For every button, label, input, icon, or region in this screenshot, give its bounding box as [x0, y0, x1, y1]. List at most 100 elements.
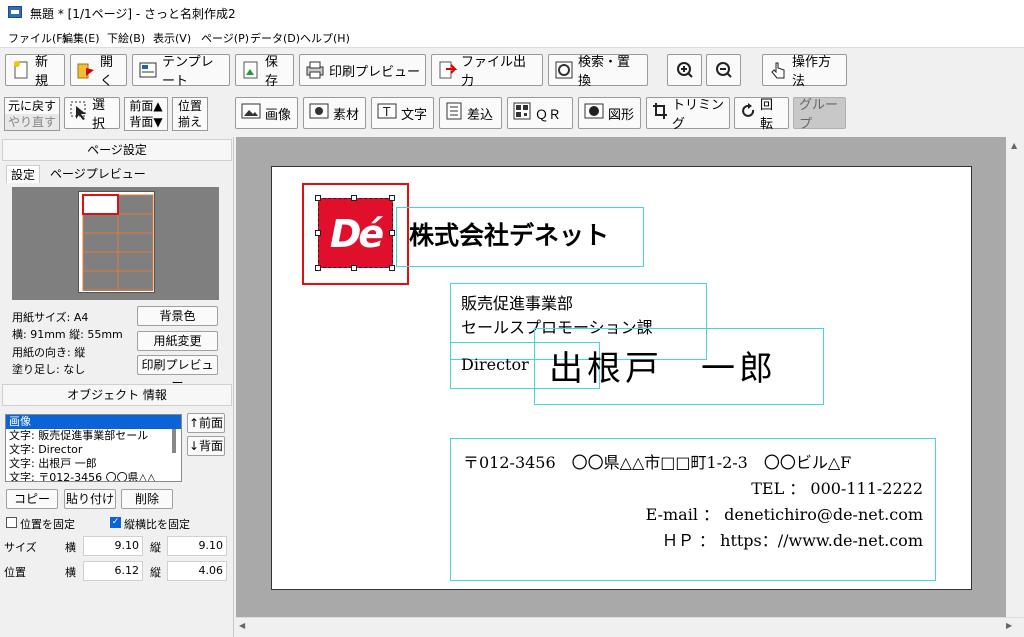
menu-underlay[interactable]: 下絵(B): [107, 30, 145, 46]
resize-handle[interactable]: [351, 195, 357, 201]
insert-button[interactable]: 差込: [439, 97, 502, 129]
dimensions-text: 横: 91mm 縦: 55mm: [12, 328, 123, 341]
object-info-header: オブジェクト 情報: [2, 384, 232, 406]
how-to-button[interactable]: 操作方法: [762, 54, 847, 89]
resize-handle[interactable]: [389, 230, 395, 236]
template-button[interactable]: テンプレート: [132, 54, 230, 89]
list-item[interactable]: 文字: Director: [6, 443, 181, 457]
horizontal-scrollbar[interactable]: ◀ ▶: [236, 617, 1024, 637]
material-button[interactable]: 素材: [303, 97, 366, 129]
orientation-text: 用紙の向き: 縦: [12, 346, 86, 359]
shape-button[interactable]: 図形: [578, 97, 641, 129]
person-name: 出根戸 一郎: [549, 349, 777, 389]
save-button[interactable]: 保存: [235, 54, 294, 89]
svg-text:T: T: [382, 105, 391, 119]
undo-redo-group: 元に戻す やり直す: [4, 97, 60, 131]
select-button[interactable]: 選択: [64, 97, 120, 132]
new-button[interactable]: 新規: [5, 54, 65, 89]
material-label: 素材: [333, 107, 360, 123]
business-card[interactable]: Dé 株式会社デネット 販売促進事業部 セールスプロモーション課 Directo…: [271, 166, 972, 590]
size-height-label: 縦: [150, 541, 161, 554]
obj-front-button[interactable]: ↑前面: [187, 413, 225, 433]
zoom-in-icon: [675, 60, 695, 80]
print-preview-button[interactable]: 印刷プレビュー: [299, 54, 426, 86]
resize-handle[interactable]: [389, 265, 395, 271]
file-output-button[interactable]: ファイル出力: [431, 54, 543, 89]
homepage-line: ＨＰ ： https：//www.de-net.com: [661, 531, 923, 550]
resize-handle[interactable]: [315, 265, 321, 271]
rotate-button[interactable]: 回転: [734, 97, 789, 132]
align-button[interactable]: 位置 揃え: [172, 97, 208, 131]
tab-page-preview[interactable]: ページプレビュー: [46, 165, 150, 183]
vertical-scrollbar[interactable]: ▲: [1006, 137, 1024, 617]
print-preview-side-button[interactable]: 印刷プレビュー: [137, 355, 218, 390]
object-list[interactable]: 画像 文字: 販売促進事業部セール 文字: Director 文字: 出根戸 一…: [5, 414, 182, 482]
menu-edit[interactable]: 編集(E): [62, 30, 100, 46]
list-item[interactable]: 文字: 販売促進事業部セール: [6, 429, 181, 443]
open-button[interactable]: 開く: [70, 54, 127, 89]
size-label: サイズ: [4, 541, 37, 554]
delete-button[interactable]: 削除: [121, 489, 173, 509]
rotate-label: 回転: [760, 98, 774, 132]
obj-back-button[interactable]: ↓背面: [187, 436, 225, 456]
scroll-left-icon[interactable]: ◀: [239, 621, 245, 630]
lock-aspect-checkbox[interactable]: ✓: [110, 517, 121, 528]
menu-bar: ファイル(F) 編集(E) 下絵(B) 表示(V) ページ(P) データ(D) …: [0, 26, 1024, 48]
scroll-up-icon[interactable]: ▲: [1011, 141, 1017, 150]
company-textbox[interactable]: 株式会社デネット: [396, 207, 644, 267]
qr-button[interactable]: ＱＲ: [507, 97, 573, 129]
crop-icon: [652, 102, 668, 124]
background-color-button[interactable]: 背景色: [137, 306, 218, 326]
text-icon: T: [377, 102, 397, 124]
open-label: 開く: [100, 55, 114, 89]
cursor-icon: [70, 101, 88, 125]
insert-label: 差込: [467, 107, 494, 123]
tab-settings[interactable]: 設定: [6, 165, 41, 183]
zoom-in-button[interactable]: [667, 54, 702, 86]
menu-page[interactable]: ページ(P): [201, 30, 249, 46]
page-preview-paper: [78, 191, 155, 293]
text-button[interactable]: T 文字: [371, 97, 434, 129]
scroll-right-icon[interactable]: ▶: [1006, 621, 1012, 630]
list-item[interactable]: 文字: 出根戸 一郎: [6, 457, 181, 471]
company-logo[interactable]: Dé: [318, 198, 393, 268]
resize-handle[interactable]: [351, 265, 357, 271]
send-back-button[interactable]: 背面▼: [125, 114, 167, 130]
menu-view[interactable]: 表示(V): [153, 30, 191, 46]
contact-textbox[interactable]: 〒012-3456 〇〇県△△市□□町1-2-3 〇〇ビル△F TEL ： 00…: [450, 438, 936, 581]
qr-icon: [513, 102, 531, 124]
menu-file[interactable]: ファイル(F): [8, 30, 67, 46]
change-paper-button[interactable]: 用紙変更: [137, 331, 218, 351]
size-width-field[interactable]: 9.10: [83, 536, 143, 556]
shape-label: 図形: [608, 107, 635, 123]
obj-front-label: 前面: [199, 416, 224, 430]
size-height-field[interactable]: 9.10: [167, 536, 227, 556]
list-scrollbar[interactable]: [172, 429, 176, 453]
group-button[interactable]: グループ: [793, 97, 846, 132]
list-item[interactable]: 画像: [6, 415, 181, 429]
menu-data[interactable]: データ(D): [250, 30, 300, 46]
name-textbox[interactable]: 出根戸 一郎: [534, 328, 824, 405]
paste-button[interactable]: 貼り付け: [64, 489, 116, 509]
position-x-field[interactable]: 6.12: [83, 561, 143, 581]
redo-button[interactable]: やり直す: [5, 114, 59, 130]
email-line: E-mail ： denetichiro@de-net.com: [645, 505, 923, 524]
lock-aspect-label: 縦横比を固定: [124, 518, 190, 531]
trimming-button[interactable]: トリミング: [646, 97, 730, 132]
undo-button[interactable]: 元に戻す: [5, 98, 59, 114]
copy-button[interactable]: コピー: [6, 489, 58, 509]
resize-handle[interactable]: [389, 195, 395, 201]
lock-position-checkbox[interactable]: [6, 517, 17, 528]
list-item[interactable]: 文字: 〒012-3456 〇〇県△△: [6, 471, 181, 481]
template-icon: [138, 60, 158, 80]
zoom-out-button[interactable]: [706, 54, 741, 86]
position-y-field[interactable]: 4.06: [167, 561, 227, 581]
bring-front-button[interactable]: 前面▲: [125, 98, 167, 114]
search-replace-button[interactable]: 検索・置換: [548, 54, 648, 89]
image-button[interactable]: 画像: [235, 97, 298, 129]
resize-handle[interactable]: [315, 195, 321, 201]
resize-handle[interactable]: [315, 230, 321, 236]
menu-help[interactable]: ヘルプ(H): [300, 30, 350, 46]
layer-order-group: 前面▲ 背面▼: [124, 97, 168, 131]
lock-position-label: 位置を固定: [20, 518, 75, 531]
